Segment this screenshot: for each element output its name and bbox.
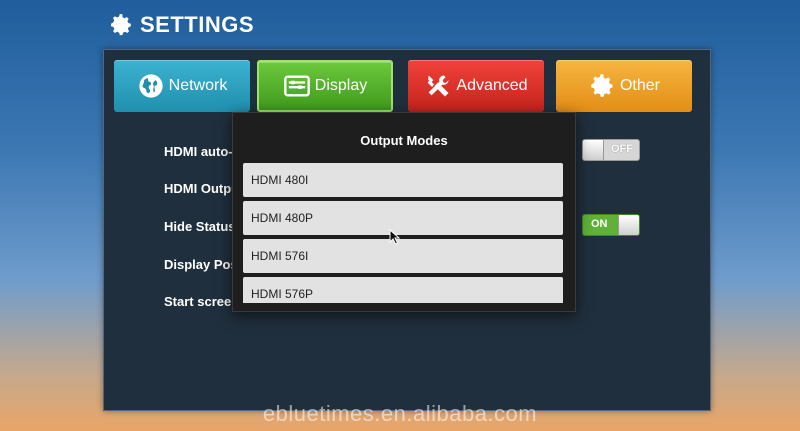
- toggle-state: OFF: [611, 143, 633, 155]
- tab-label: Network: [168, 77, 228, 94]
- start-screen-label[interactable]: Start screen: [164, 294, 239, 309]
- tab-display[interactable]: Display: [257, 60, 393, 112]
- tab-label: Display: [314, 77, 368, 94]
- gear-icon: [591, 74, 613, 97]
- hide-status-toggle[interactable]: ON: [582, 214, 640, 236]
- list-item[interactable]: HDMI 480I: [243, 163, 563, 197]
- toggle-state: ON: [591, 218, 608, 230]
- page-header: SETTINGS: [108, 12, 254, 38]
- display-position-label[interactable]: Display Pos: [164, 257, 238, 272]
- list-item[interactable]: HDMI 576P: [243, 277, 563, 303]
- tab-label: Other: [619, 77, 660, 94]
- list-item[interactable]: HDMI 480P: [243, 201, 563, 235]
- watermark: ebluetimes.en.alibaba.com: [262, 401, 538, 426]
- dialog-title: Output Modes: [360, 133, 448, 148]
- hide-status-label[interactable]: Hide Status: [164, 219, 236, 234]
- page-title: SETTINGS: [140, 12, 255, 37]
- globe-icon: [138, 74, 163, 98]
- tab-other[interactable]: Other: [556, 60, 692, 112]
- tab-label: Advanced: [456, 77, 528, 94]
- hdmi-output-label[interactable]: HDMI Outpu: [164, 181, 239, 196]
- list-item[interactable]: HDMI 576I: [243, 239, 563, 273]
- tools-icon: [427, 75, 449, 97]
- hdmi-auto-detection-toggle[interactable]: OFF: [582, 139, 640, 161]
- toggle-knob: [583, 140, 604, 160]
- output-modes-list[interactable]: HDMI 480I HDMI 480P HDMI 576I HDMI 576P: [243, 163, 563, 303]
- tab-network[interactable]: Network: [114, 60, 250, 112]
- gear-icon: [111, 14, 132, 36]
- tab-advanced[interactable]: Advanced: [408, 60, 544, 112]
- mouse-cursor-icon: [389, 229, 401, 245]
- output-modes-dialog: Output Modes HDMI 480I HDMI 480P HDMI 57…: [232, 112, 576, 312]
- toggle-knob: [618, 215, 639, 235]
- display-settings-icon: [283, 75, 310, 97]
